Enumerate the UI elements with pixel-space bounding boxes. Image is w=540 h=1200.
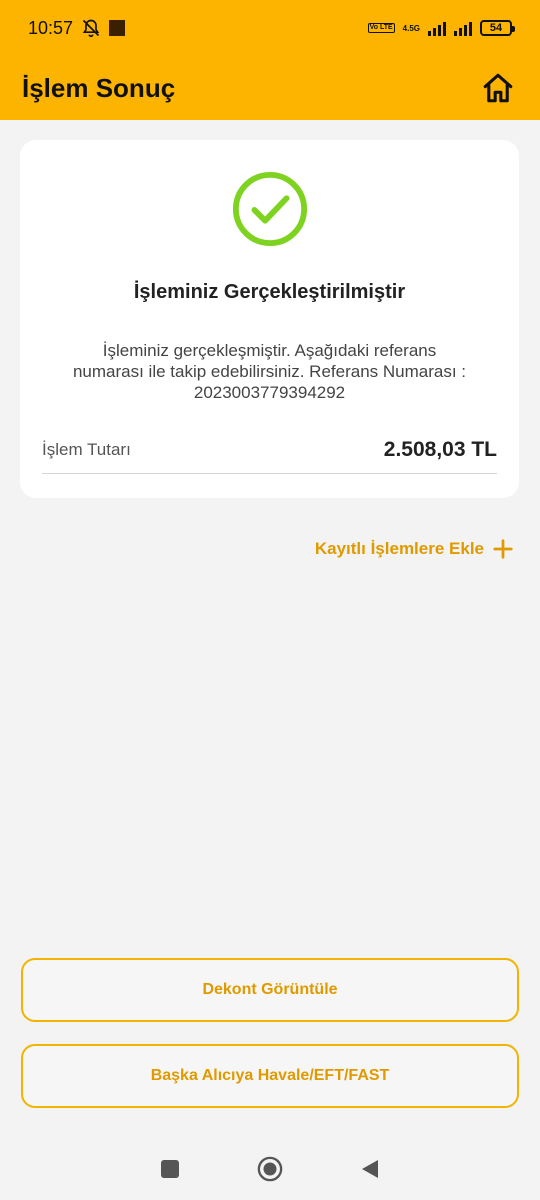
- battery-level: 54: [489, 22, 503, 34]
- square-icon: [161, 1160, 179, 1178]
- check-circle-icon: [232, 171, 308, 247]
- notification-icon: [109, 20, 126, 36]
- home-icon: [483, 73, 513, 103]
- result-heading: İşleminiz Gerçekleştirilmiştir: [133, 281, 406, 303]
- network-type: 4.5G: [402, 23, 420, 33]
- system-nav-bar: [0, 1138, 540, 1200]
- other-recipient-transfer-button[interactable]: Başka Alıcıya Havale/EFT/FAST: [21, 1044, 519, 1108]
- add-to-saved-label: Kayıtlı İşlemlere Ekle: [314, 539, 484, 558]
- battery-icon: 54: [480, 20, 515, 36]
- circle-icon: [257, 1156, 283, 1182]
- amount-row: İşlem Tutarı 2.508,03 TL: [42, 438, 497, 474]
- add-to-saved-button[interactable]: Kayıtlı İşlemlere Ekle: [315, 538, 514, 560]
- amount-value: 2.508,03 TL: [383, 438, 497, 461]
- recents-button[interactable]: [157, 1156, 183, 1182]
- back-button[interactable]: [357, 1156, 383, 1182]
- status-time: 10:57: [28, 17, 74, 38]
- volte-badge: Vo LTE: [367, 23, 395, 33]
- plus-icon: [493, 539, 513, 559]
- signal-icon-2: [454, 20, 472, 36]
- amount-label: İşlem Tutarı: [42, 440, 131, 459]
- page-title: İşlem Sonuç: [22, 72, 176, 103]
- triangle-back-icon: [362, 1160, 378, 1178]
- view-receipt-button[interactable]: Dekont Görüntüle: [21, 958, 519, 1022]
- muted-bell-icon: [82, 19, 100, 38]
- status-bar: 10:57 Vo LTE 4.5G 54: [0, 0, 540, 56]
- home-button[interactable]: [478, 68, 518, 108]
- result-description: İşleminiz gerçekleşmiştir. Aşağıdaki ref…: [72, 341, 467, 402]
- status-indicators: Vo LTE 4.5G 54: [367, 20, 515, 36]
- nav-home-button[interactable]: [257, 1156, 283, 1182]
- result-card: İşleminiz Gerçekleştirilmiştir İşleminiz…: [20, 140, 519, 498]
- app-bar: İşlem Sonuç: [0, 56, 540, 120]
- signal-icon: [428, 20, 446, 36]
